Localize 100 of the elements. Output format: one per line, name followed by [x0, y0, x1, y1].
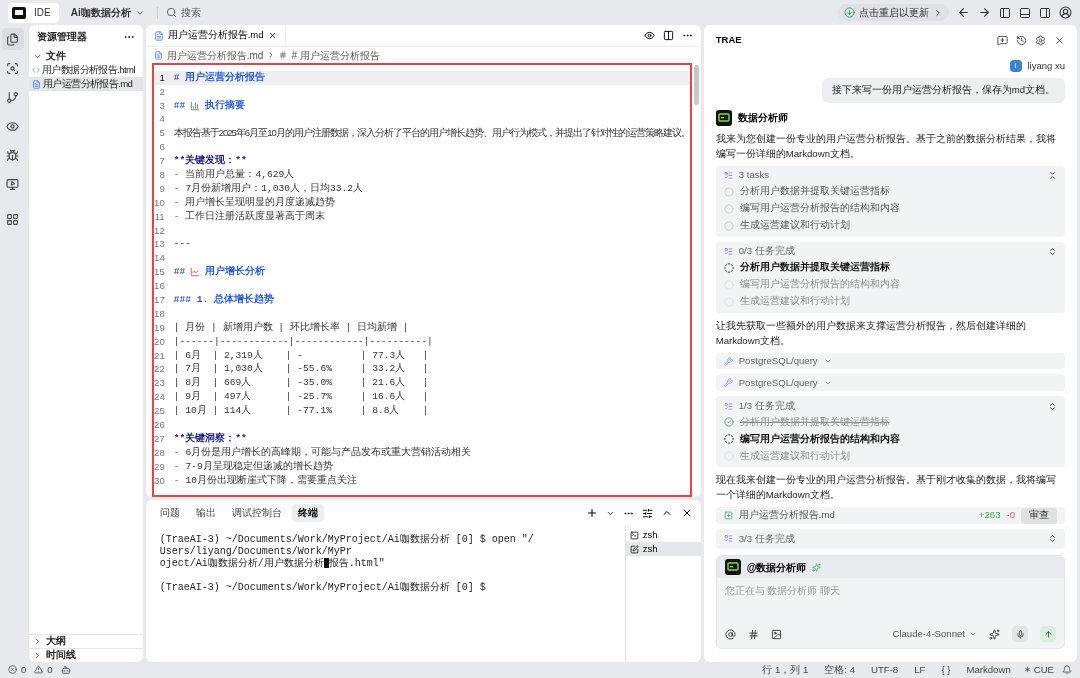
dashed-circle-icon — [723, 262, 734, 273]
bug-icon — [6, 148, 20, 162]
line-number: 27 — [153, 431, 166, 446]
collapse-icon[interactable] — [1048, 171, 1057, 181]
language-status[interactable]: CUE — [1022, 662, 1054, 678]
task-list-title: 0/3 任务完成 — [738, 244, 795, 259]
code-text: | 9月 | 497人 | -25.7% | 16.6人 | — [173, 391, 429, 403]
panel-tab[interactable]: 输出 — [189, 504, 222, 522]
model-selector[interactable]: Claude-4-Sonnet — [892, 626, 977, 642]
status-item[interactable]: Markdown — [962, 662, 1015, 678]
line-number: 20 — [153, 334, 166, 349]
edit-icon — [629, 544, 639, 554]
heading-text: ### 1. 总体增长趋势 — [173, 294, 275, 305]
file-change-card[interactable]: 用户运营分析报告.md +263 -0 审查 — [715, 507, 1065, 524]
folder-header[interactable]: 文件 — [28, 49, 143, 63]
breadcrumb-item[interactable]: 用户运营分析报告.md — [166, 47, 264, 63]
forward-arrow-icon[interactable] — [978, 6, 991, 19]
review-button[interactable]: 审查 — [1021, 507, 1057, 524]
panel-tab[interactable]: 问题 — [153, 504, 186, 522]
bottom-panel-icon[interactable] — [1019, 6, 1031, 19]
assistant-message: 让我先获取一些额外的用户数据来支撑运营分析报告，然后创建详细的Markdown文档。 — [715, 318, 1027, 348]
breadcrumb-item[interactable]: # 用户运营分析报告 — [291, 47, 380, 63]
agent-avatar-icon — [724, 559, 741, 575]
account-icon[interactable] — [1059, 6, 1072, 19]
arrow-up-icon — [1043, 629, 1053, 639]
close-icon[interactable] — [1054, 34, 1065, 46]
back-arrow-icon[interactable] — [957, 6, 970, 19]
agent-mention: @数据分析师 — [746, 560, 807, 575]
history-icon[interactable] — [1016, 34, 1027, 46]
error-count[interactable]: 0 — [8, 662, 27, 678]
line-number: 29 — [153, 459, 166, 474]
settings-icon[interactable] — [1035, 34, 1046, 46]
scrollbar[interactable] — [693, 65, 699, 105]
new-chat-icon[interactable] — [997, 34, 1008, 46]
project-selector[interactable]: Ai咖数据分析 — [66, 5, 149, 20]
image-icon[interactable] — [770, 628, 782, 640]
chat-input-box[interactable]: @数据分析师 您正在与 数据分析师 聊天 Claude-4-Sonnet — [715, 555, 1065, 649]
task-list-title: 1/3 任务完成 — [738, 399, 795, 413]
line-number: 2 — [158, 84, 166, 99]
chevron-down-icon — [969, 630, 977, 638]
voice-button[interactable] — [1012, 626, 1028, 642]
bold-text: **关键洞察：** — [173, 432, 247, 444]
warning-count[interactable]: 0 — [34, 662, 53, 678]
status-item[interactable]: 行 1，列 1 — [758, 662, 813, 678]
task-list-icon — [723, 171, 733, 181]
circle-icon — [723, 203, 734, 214]
preview-icon[interactable] — [643, 30, 655, 41]
status-item[interactable]: UTF-8 — [867, 662, 903, 678]
chat-bot-icon[interactable] — [60, 665, 71, 675]
mention-icon[interactable] — [724, 628, 736, 640]
section-header[interactable]: 大纲 — [28, 634, 143, 648]
user-name: liyang xu — [1027, 59, 1065, 73]
files-tab[interactable] — [1, 28, 24, 50]
bell-icon[interactable] — [1062, 665, 1072, 675]
terminal-session[interactable]: zsh — [625, 542, 701, 556]
section-header[interactable]: 时间线 — [28, 648, 143, 662]
circle-icon — [723, 186, 734, 197]
extensions-icon — [6, 212, 20, 226]
bullet-marker: - — [173, 209, 180, 224]
dashed-circle-icon — [723, 434, 734, 445]
tool-call-card[interactable]: PostgreSQL/query — [715, 374, 1065, 392]
status-item[interactable]: 空格: 4 — [820, 662, 859, 678]
asterisk-icon — [1022, 665, 1032, 675]
task-list-title: 3/3 任务完成 — [738, 531, 795, 546]
markdown-file-icon — [153, 30, 164, 41]
heading-marker: ## — [173, 265, 186, 280]
bullet-marker: - — [173, 473, 180, 488]
search-field[interactable]: 搜索 — [165, 5, 201, 20]
agent-name: 数据分析师 — [737, 110, 788, 125]
plus-icon[interactable] — [585, 507, 598, 519]
chat-input-field[interactable]: 您正在与 数据分析师 聊天 — [716, 578, 1064, 599]
task-item: 生成运营建议和行动计划 — [739, 449, 850, 463]
right-panel-icon[interactable] — [1039, 6, 1051, 19]
files-icon — [6, 32, 20, 46]
panel-tab[interactable]: 终端 — [291, 504, 324, 522]
send-button[interactable] — [1040, 626, 1056, 642]
sliders-icon[interactable] — [641, 507, 653, 519]
editor-tab[interactable]: 用户运营分析报告.md — [145, 25, 286, 46]
hash-icon[interactable] — [747, 628, 759, 640]
sparkle-icon[interactable] — [989, 628, 1000, 640]
split-editor-icon[interactable] — [662, 30, 674, 41]
panel-tab[interactable]: 调试控制台 — [225, 504, 288, 522]
file-item[interactable]: 用户运营分析报告.md — [28, 77, 143, 91]
bullet-marker: - — [173, 445, 180, 460]
terminal-session[interactable]: zsh — [625, 528, 701, 542]
code-text: --- — [173, 238, 191, 250]
expand-icon[interactable] — [1048, 534, 1057, 544]
bullet-marker: - — [173, 168, 180, 182]
monitor-icon — [6, 177, 20, 191]
update-button[interactable]: 点击重启以更新 — [838, 4, 949, 21]
left-panel-icon[interactable] — [999, 6, 1011, 19]
tool-call-card[interactable]: PostgreSQL/query — [715, 352, 1065, 370]
status-item[interactable]: { } — [937, 662, 955, 678]
expand-icon[interactable] — [1048, 401, 1057, 411]
file-item[interactable]: 用户数据分析报告.html — [28, 63, 143, 77]
status-item[interactable]: LF — [910, 662, 930, 678]
expand-icon[interactable] — [1048, 247, 1057, 257]
line-number: 21 — [153, 348, 166, 363]
heading-text: # 用户运营分析报告 — [173, 71, 266, 83]
code-text: | 7月 | 1,030人 | -55.6% | 33.2人 | — [173, 363, 429, 375]
